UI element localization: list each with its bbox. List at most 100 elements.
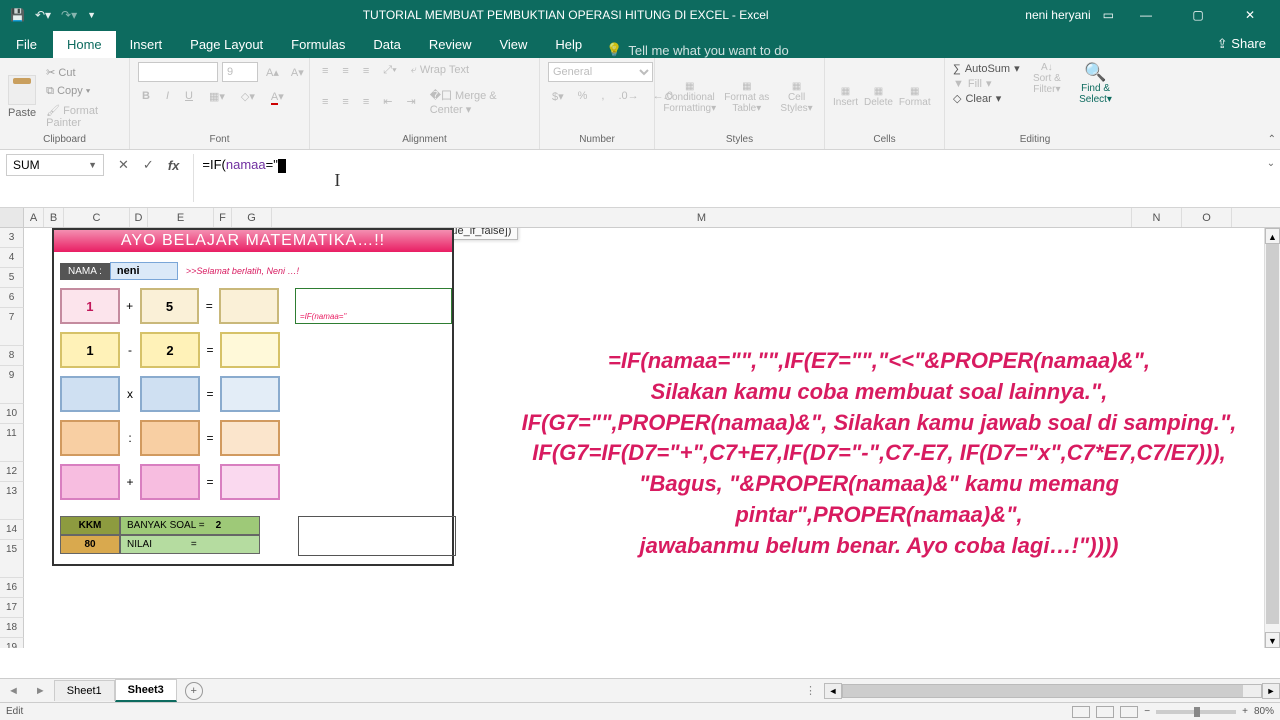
font-size-select[interactable]: [222, 62, 258, 82]
sheet-nav-prev[interactable]: ◄: [0, 685, 27, 697]
scroll-down-icon[interactable]: ▼: [1265, 632, 1280, 648]
underline-button[interactable]: U: [181, 88, 197, 105]
tab-formulas[interactable]: Formulas: [277, 31, 359, 58]
tab-help[interactable]: Help: [541, 31, 596, 58]
scroll-up-icon[interactable]: ▲: [1265, 228, 1280, 244]
col-E[interactable]: E: [148, 208, 214, 227]
align-center-icon[interactable]: ≡: [338, 94, 352, 110]
nama-input[interactable]: neni: [110, 262, 178, 280]
save-icon[interactable]: 💾: [10, 8, 25, 22]
currency-icon[interactable]: $▾: [548, 88, 568, 105]
delete-cells-button[interactable]: ▦Delete: [864, 86, 893, 108]
wrap-text-button[interactable]: ⤶ Wrap Text: [407, 62, 473, 79]
col-N[interactable]: N: [1132, 208, 1182, 227]
comma-icon[interactable]: ,: [597, 88, 608, 105]
tab-review[interactable]: Review: [415, 31, 486, 58]
name-box[interactable]: SUM ▼: [6, 154, 104, 176]
ribbon-options-icon[interactable]: ▭: [1103, 8, 1114, 22]
undo-icon[interactable]: ↶▾: [35, 8, 51, 22]
sheet-tab-sheet1[interactable]: Sheet1: [54, 680, 115, 701]
fill-button[interactable]: ▼ Fill ▾: [953, 77, 1020, 90]
font-family-select[interactable]: [138, 62, 218, 82]
cell-e11[interactable]: [140, 376, 200, 412]
minimize-button[interactable]: —: [1126, 4, 1166, 26]
font-color-button[interactable]: A▾: [267, 88, 288, 105]
scroll-thumb[interactable]: [1266, 244, 1279, 624]
active-cell-h7[interactable]: =IF(namaa=": [295, 288, 452, 324]
cell-g11[interactable]: [220, 376, 280, 412]
insert-cells-button[interactable]: ▦Insert: [833, 86, 858, 108]
cancel-formula-button[interactable]: ✕: [118, 157, 129, 173]
horizontal-scrollbar[interactable]: [842, 684, 1262, 698]
sort-filter-button[interactable]: A↓Sort & Filter▾: [1028, 62, 1066, 95]
sheet-tab-sheet3[interactable]: Sheet3: [115, 679, 177, 702]
zoom-out-button[interactable]: −: [1144, 706, 1150, 717]
paste-button[interactable]: Paste: [8, 75, 36, 119]
align-bottom-icon[interactable]: ≡: [359, 63, 373, 79]
tab-file[interactable]: File: [0, 31, 53, 58]
indent-increase-icon[interactable]: ⇥: [402, 93, 419, 110]
col-D[interactable]: D: [130, 208, 148, 227]
cell-c15[interactable]: [60, 464, 120, 500]
zoom-in-button[interactable]: +: [1242, 706, 1248, 717]
merge-center-button[interactable]: �囗 Merge & Center ▾: [426, 85, 531, 118]
share-button[interactable]: ⇪ Share: [1203, 30, 1280, 58]
format-painter-button[interactable]: 🖌 Format Painter: [42, 102, 121, 131]
redo-icon[interactable]: ↷▾: [61, 8, 77, 22]
align-left-icon[interactable]: ≡: [318, 94, 332, 110]
indent-decrease-icon[interactable]: ⇤: [379, 93, 396, 110]
cell-e9[interactable]: 2: [140, 332, 200, 368]
tab-view[interactable]: View: [485, 31, 541, 58]
insert-function-button[interactable]: fx: [168, 158, 180, 173]
col-A[interactable]: A: [24, 208, 44, 227]
align-top-icon[interactable]: ≡: [318, 63, 332, 79]
tell-me-search[interactable]: 💡 Tell me what you want to do: [606, 42, 789, 58]
col-M[interactable]: M: [272, 208, 1132, 227]
tab-data[interactable]: Data: [359, 31, 414, 58]
align-right-icon[interactable]: ≡: [359, 94, 373, 110]
hscroll-left[interactable]: ◄: [824, 683, 842, 699]
format-cells-button[interactable]: ▦Format: [899, 86, 931, 108]
cell-e13[interactable]: [140, 420, 200, 456]
autosum-button[interactable]: ∑ AutoSum ▾: [953, 62, 1020, 75]
zoom-level[interactable]: 80%: [1254, 706, 1274, 717]
increase-font-icon[interactable]: A▴: [262, 64, 283, 81]
percent-icon[interactable]: %: [574, 88, 592, 105]
bold-button[interactable]: B: [138, 88, 154, 105]
zoom-slider[interactable]: [1156, 710, 1236, 714]
account-name[interactable]: neni heryani: [1025, 8, 1090, 22]
sheet-nav-next[interactable]: ►: [27, 685, 54, 697]
worksheet-grid[interactable]: IF(logical_test, [value_if_true], [value…: [0, 228, 1280, 648]
col-B[interactable]: B: [44, 208, 64, 227]
page-layout-view-icon[interactable]: [1096, 706, 1114, 718]
cell-c7[interactable]: 1: [60, 288, 120, 324]
cell-styles-button[interactable]: ▦Cell Styles▾: [777, 81, 816, 114]
maximize-button[interactable]: ▢: [1178, 4, 1218, 26]
qat-more-icon[interactable]: ▼: [87, 10, 96, 20]
decrease-font-icon[interactable]: A▾: [287, 64, 308, 81]
cut-button[interactable]: ✂ Cut: [42, 64, 121, 81]
hscroll-right[interactable]: ►: [1262, 683, 1280, 699]
cell-g15[interactable]: [220, 464, 280, 500]
copy-button[interactable]: ⧉ Copy ▾: [42, 83, 121, 100]
conditional-formatting-button[interactable]: ▦Conditional Formatting▾: [663, 81, 716, 114]
close-button[interactable]: ✕: [1230, 4, 1270, 26]
number-format-select[interactable]: General: [548, 62, 653, 82]
italic-button[interactable]: I: [162, 88, 173, 105]
col-O[interactable]: O: [1182, 208, 1232, 227]
col-F[interactable]: F: [214, 208, 232, 227]
enter-formula-button[interactable]: ✓: [143, 157, 154, 173]
clear-button[interactable]: ◇ Clear ▾: [953, 92, 1020, 105]
cell-e15[interactable]: [140, 464, 200, 500]
expand-formula-bar-icon[interactable]: ⌄: [1262, 154, 1280, 169]
tab-page-layout[interactable]: Page Layout: [176, 31, 277, 58]
hscroll-thumb[interactable]: [843, 685, 1243, 697]
select-all-corner[interactable]: [0, 208, 24, 227]
row-headers[interactable]: 3 4 5 6 7 8 9 10 11 12 13 14 15 16 17 18…: [0, 228, 24, 648]
page-break-view-icon[interactable]: [1120, 706, 1138, 718]
cell-e7[interactable]: 5: [140, 288, 200, 324]
cell-c11[interactable]: [60, 376, 120, 412]
normal-view-icon[interactable]: [1072, 706, 1090, 718]
cell-c13[interactable]: [60, 420, 120, 456]
add-sheet-button[interactable]: +: [185, 682, 203, 700]
